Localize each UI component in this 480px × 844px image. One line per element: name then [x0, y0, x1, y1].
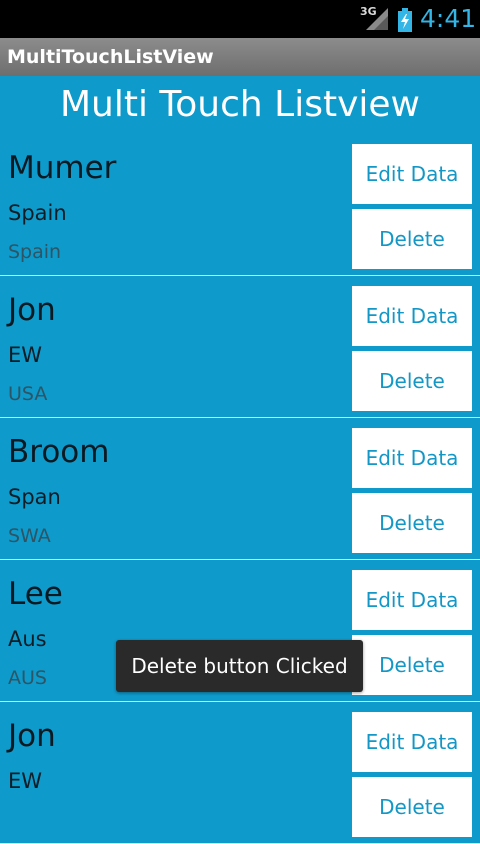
- edit-data-button[interactable]: Edit Data: [352, 286, 472, 346]
- item-field-1: EW: [8, 769, 43, 793]
- item-field-1: Spain: [8, 201, 67, 225]
- delete-button[interactable]: Delete: [352, 351, 472, 411]
- item-field-1: Aus: [8, 627, 47, 651]
- list-item[interactable]: Mumer Spain Spain Edit Data Delete: [0, 134, 480, 276]
- delete-button[interactable]: Delete: [352, 493, 472, 553]
- item-name: Broom: [8, 434, 110, 470]
- app-title: MultiTouchListView: [7, 46, 214, 68]
- item-name: Jon: [8, 718, 56, 754]
- item-name: Lee: [8, 576, 63, 612]
- edit-data-button[interactable]: Edit Data: [352, 144, 472, 204]
- edit-data-button[interactable]: Edit Data: [352, 712, 472, 772]
- item-field-2: Spain: [8, 241, 62, 263]
- edit-data-button[interactable]: Edit Data: [352, 570, 472, 630]
- item-field-1: EW: [8, 343, 43, 367]
- battery-charging-icon: [398, 8, 412, 32]
- list-item[interactable]: Jon EW Edit Data Delete: [0, 702, 480, 844]
- signal-icon: 3G: [360, 6, 390, 32]
- item-field-2: USA: [8, 383, 48, 405]
- contact-list[interactable]: Mumer Spain Spain Edit Data Delete Jon E…: [0, 134, 480, 844]
- status-clock: 4:41: [420, 4, 477, 33]
- toast-message: Delete button Clicked: [116, 640, 363, 692]
- status-bar: 3G 4:41: [0, 0, 480, 38]
- delete-button[interactable]: Delete: [352, 209, 472, 269]
- item-field-1: Span: [8, 485, 61, 509]
- list-item[interactable]: Broom Span SWA Edit Data Delete: [0, 418, 480, 560]
- page-heading: Multi Touch Listview: [59, 84, 421, 125]
- delete-button[interactable]: Delete: [352, 777, 472, 837]
- item-field-2: AUS: [8, 667, 47, 689]
- delete-button[interactable]: Delete: [352, 635, 472, 695]
- app-title-bar: MultiTouchListView: [0, 38, 480, 76]
- item-name: Mumer: [8, 150, 117, 186]
- list-item[interactable]: Jon EW USA Edit Data Delete: [0, 276, 480, 418]
- edit-data-button[interactable]: Edit Data: [352, 428, 472, 488]
- item-name: Jon: [8, 292, 56, 328]
- item-field-2: SWA: [8, 525, 51, 547]
